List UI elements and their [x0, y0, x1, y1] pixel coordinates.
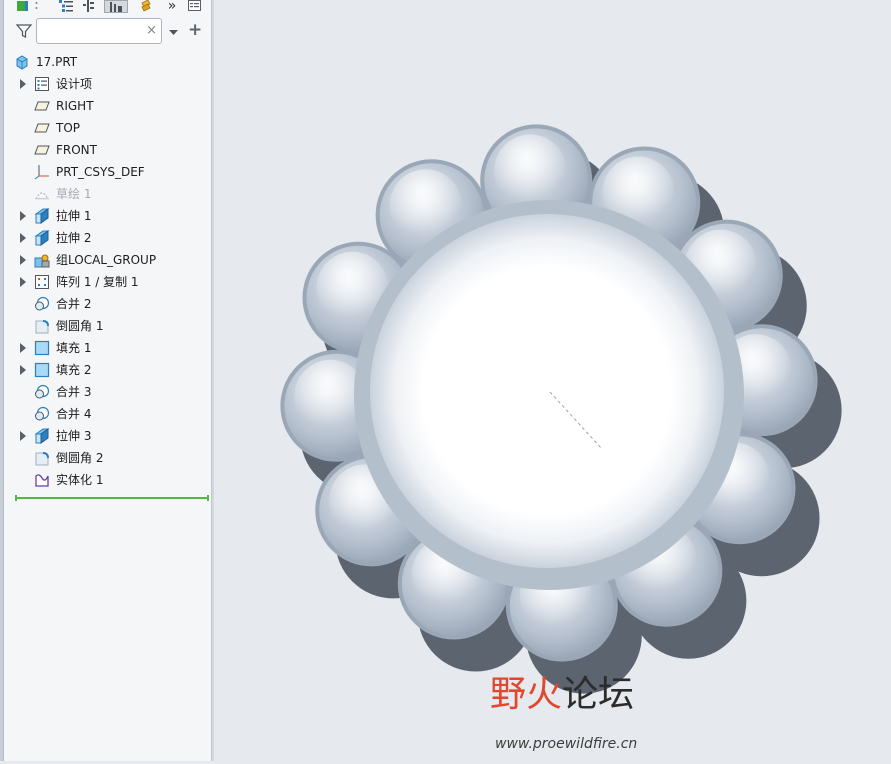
extrude-icon	[34, 428, 50, 444]
scalloped-plate	[280, 124, 842, 694]
tree-search-input[interactable]	[41, 20, 149, 44]
datum-plane-icon	[34, 120, 50, 136]
tree-item-label: 实体化 1	[56, 473, 104, 487]
tree-item[interactable]: 组LOCAL_GROUP	[4, 249, 211, 271]
group-icon	[34, 252, 50, 268]
sketch-icon	[34, 186, 50, 202]
expand-arrow-icon[interactable]	[20, 431, 26, 441]
filter-icon[interactable]	[15, 23, 33, 39]
tree-item-label: TOP	[56, 121, 81, 135]
tree-item-label: 合并 3	[56, 385, 92, 399]
design-items-icon	[34, 76, 50, 92]
watermark-title-part2: 论坛	[562, 674, 635, 715]
tree-item[interactable]: 合并 3	[4, 381, 211, 403]
tree-filters-icon[interactable]	[82, 0, 96, 12]
tree-item-label: 填充 1	[56, 341, 92, 355]
clear-icon[interactable]: ×	[146, 23, 157, 39]
model-tree-toolbar: »	[4, 0, 211, 14]
graphics-viewport[interactable]	[214, 0, 891, 761]
part-3d-model[interactable]	[214, 0, 891, 761]
tree-item-label: 阵列 1 / 复制 1	[56, 275, 139, 289]
merge-icon	[34, 296, 50, 312]
extrude-icon	[34, 208, 50, 224]
part-icon	[14, 54, 30, 70]
tree-filter-bar: × +	[4, 17, 211, 47]
plate-dish-surface	[370, 214, 724, 568]
tree-item[interactable]: 填充 1	[4, 337, 211, 359]
tree-item[interactable]: PRT_CSYS_DEF	[4, 161, 211, 183]
round-icon	[34, 450, 50, 466]
expand-arrow-icon[interactable]	[20, 79, 26, 89]
tree-item-label: 拉伸 2	[56, 231, 92, 245]
tree-item[interactable]: 阵列 1 / 复制 1	[4, 271, 211, 293]
merge-icon	[34, 384, 50, 400]
pattern-icon	[34, 274, 50, 290]
settings-icon[interactable]	[187, 0, 203, 12]
insert-here-marker[interactable]	[15, 495, 209, 501]
tree-search-field[interactable]: ×	[36, 18, 162, 44]
tree-item-label: FRONT	[56, 143, 97, 157]
tree-item-label: RIGHT	[56, 99, 94, 113]
add-icon[interactable]: +	[188, 21, 202, 39]
watermark-url: www.proewildfire.cn	[495, 736, 638, 752]
tree-item[interactable]: 合并 2	[4, 293, 211, 315]
tree-item[interactable]: 设计项	[4, 73, 211, 95]
tree-item[interactable]: FRONT	[4, 139, 211, 161]
show-icon[interactable]	[104, 0, 128, 13]
fill-icon	[34, 362, 50, 378]
watermark-title: 野火论坛	[490, 672, 634, 718]
toolbar-separator	[33, 0, 39, 12]
model-tree-icon[interactable]	[15, 0, 29, 12]
tree-root[interactable]: 17.PRT	[4, 51, 211, 73]
layer-icon[interactable]	[138, 0, 154, 12]
model-tree-panel: » × + 17.PRT 设计项 RIGHT TOP FRONT PRT_CSYS_DEF…	[4, 0, 212, 761]
expand-arrow-icon[interactable]	[20, 211, 26, 221]
tree-item[interactable]: 填充 2	[4, 359, 211, 381]
solidify-icon	[34, 472, 50, 488]
fill-icon	[34, 340, 50, 356]
tree-item-label: 合并 4	[56, 407, 92, 421]
tree-item[interactable]: 拉伸 1	[4, 205, 211, 227]
tree-item-label: 拉伸 1	[56, 209, 92, 223]
expand-arrow-icon[interactable]	[20, 277, 26, 287]
tree-item[interactable]: 合并 4	[4, 403, 211, 425]
round-icon	[34, 318, 50, 334]
tree-item[interactable]: 倒圆角 2	[4, 447, 211, 469]
expand-arrow-icon[interactable]	[20, 365, 26, 375]
tree-item[interactable]: 草绘 1	[4, 183, 211, 205]
chevron-down-icon[interactable]	[169, 25, 178, 39]
tree-item[interactable]: 实体化 1	[4, 469, 211, 491]
expand-arrow-icon[interactable]	[20, 343, 26, 353]
extrude-icon	[34, 230, 50, 246]
tree-item-label: 17.PRT	[36, 55, 78, 69]
tree-item-label: 设计项	[56, 77, 93, 91]
tree-item-label: PRT_CSYS_DEF	[56, 165, 145, 179]
watermark-title-part1: 野火	[490, 674, 563, 715]
merge-icon	[34, 406, 50, 422]
tree-item-label: 合并 2	[56, 297, 92, 311]
more-icon[interactable]: »	[166, 0, 178, 13]
tree-item-label: 倒圆角 1	[56, 319, 104, 333]
csys-icon	[34, 164, 50, 180]
tree-item-label: 拉伸 3	[56, 429, 92, 443]
expand-arrow-icon[interactable]	[20, 233, 26, 243]
tree-item[interactable]: 拉伸 2	[4, 227, 211, 249]
tree-item[interactable]: RIGHT	[4, 95, 211, 117]
tree-columns-icon[interactable]	[58, 0, 74, 12]
tree-item-label: 草绘 1	[56, 187, 92, 201]
tree-item[interactable]: 拉伸 3	[4, 425, 211, 447]
tree-item[interactable]: TOP	[4, 117, 211, 139]
tree-item-label: 倒圆角 2	[56, 451, 104, 465]
datum-plane-icon	[34, 142, 50, 158]
expand-arrow-icon[interactable]	[20, 255, 26, 265]
datum-plane-icon	[34, 98, 50, 114]
tree-item-label: 填充 2	[56, 363, 92, 377]
tree-item[interactable]: 倒圆角 1	[4, 315, 211, 337]
tree-item-label: 组LOCAL_GROUP	[56, 253, 157, 267]
